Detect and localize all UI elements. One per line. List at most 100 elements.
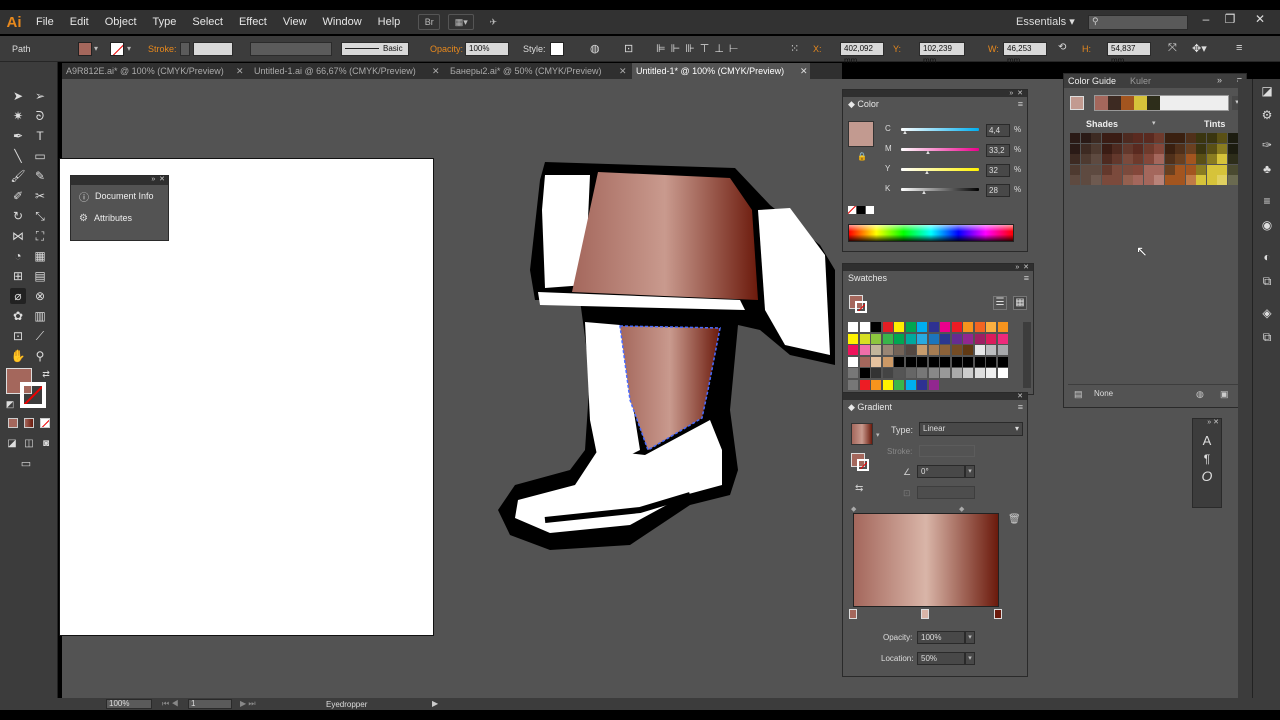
artboards-panel-icon[interactable]: ⧉: [1259, 273, 1275, 289]
swatch-cell[interactable]: [928, 322, 939, 332]
swatch-cell[interactable]: [905, 368, 916, 378]
swatch-cell[interactable]: [928, 345, 939, 355]
swatch-stroke-preview[interactable]: [855, 301, 867, 313]
tab-document-1[interactable]: A9R812E.ai* @ 100% (CMYK/Preview): [62, 63, 242, 79]
channel-value-field[interactable]: 32: [986, 164, 1010, 177]
menu-window[interactable]: Window: [315, 10, 370, 34]
color-guide-cell[interactable]: [1154, 133, 1164, 143]
color-guide-cell[interactable]: [1133, 164, 1143, 175]
color-guide-cell[interactable]: [1217, 175, 1227, 185]
document-info-item[interactable]: ⓘ Document Info: [71, 185, 168, 207]
panel-collapse-bar[interactable]: » ✕: [71, 176, 168, 185]
swatch-cell[interactable]: [986, 322, 996, 332]
y-field[interactable]: 102,239 mm: [919, 42, 965, 65]
swatch-cell[interactable]: [974, 345, 985, 355]
color-guide-cell[interactable]: [1070, 143, 1080, 154]
swatch-library-icon[interactable]: ▤: [1074, 389, 1083, 400]
swatch-cell[interactable]: [997, 333, 1008, 344]
color-guide-cell[interactable]: [1196, 143, 1206, 154]
color-guide-cell[interactable]: [1227, 154, 1238, 164]
midpoint-marker-icon[interactable]: ◆: [851, 505, 856, 513]
color-guide-cell[interactable]: [1217, 133, 1227, 143]
close-tab-icon[interactable]: ✕: [619, 63, 627, 79]
menu-view[interactable]: View: [275, 10, 315, 34]
swatch-cell[interactable]: [951, 368, 962, 378]
swatch-cell[interactable]: [905, 322, 916, 332]
color-guide-cell[interactable]: [1154, 164, 1164, 175]
swatch-cell[interactable]: [997, 368, 1008, 378]
gradient-location-field[interactable]: 50%: [917, 652, 965, 665]
stroke-swatch[interactable]: [110, 42, 124, 56]
help-search-input[interactable]: ⚲: [1088, 15, 1188, 30]
eyedropper-tool-icon[interactable]: ⌀: [10, 288, 26, 304]
swatch-cell[interactable]: [986, 368, 996, 378]
menu-type[interactable]: Type: [145, 10, 185, 34]
align-buttons[interactable]: ⊫⊩⊪⊤⊥⊢: [656, 42, 744, 55]
color-guide-cell[interactable]: [1185, 143, 1196, 154]
fill-color-preview[interactable]: [848, 121, 874, 147]
color-guide-cell[interactable]: [1122, 175, 1133, 185]
swatch-cell[interactable]: [928, 368, 939, 378]
channel-slider-track[interactable]: [901, 168, 979, 171]
swatch-cell[interactable]: [905, 356, 916, 367]
color-guide-grid[interactable]: [1070, 133, 1244, 193]
gradient-preview[interactable]: [851, 423, 873, 445]
swatch-cell[interactable]: [951, 322, 962, 332]
screen-mode-icon[interactable]: ▭: [18, 456, 34, 472]
swatch-cell[interactable]: [928, 356, 939, 367]
appearance-panel-icon[interactable]: ◉: [1259, 217, 1275, 233]
swatch-cell[interactable]: [928, 333, 939, 344]
swatch-cell[interactable]: [882, 333, 893, 344]
draw-behind-icon[interactable]: ◫: [21, 436, 37, 452]
swatch-cell[interactable]: [917, 368, 927, 378]
swatch-cell[interactable]: [940, 333, 950, 344]
swatch-cell[interactable]: [894, 333, 904, 344]
boot-artwork[interactable]: [490, 150, 840, 560]
zoom-tool-icon[interactable]: ⚲: [32, 348, 48, 364]
column-graph-tool-icon[interactable]: ▥: [32, 308, 48, 324]
color-guide-cell[interactable]: [1070, 154, 1080, 164]
color-guide-cell[interactable]: [1080, 143, 1091, 154]
color-guide-cell[interactable]: [1164, 164, 1175, 175]
panel-collapse-bar[interactable]: » ✕: [843, 90, 1027, 97]
color-guide-cell[interactable]: [1185, 154, 1196, 164]
swatch-cell[interactable]: [986, 333, 996, 344]
swatch-cell[interactable]: [894, 322, 904, 332]
swatch-cell[interactable]: [951, 333, 962, 344]
menu-select[interactable]: Select: [184, 10, 231, 34]
swatch-cell[interactable]: [940, 322, 950, 332]
line-tool-icon[interactable]: ╲: [10, 148, 26, 164]
width-tool-icon[interactable]: ⋈: [10, 228, 26, 244]
color-guide-cell[interactable]: [1175, 133, 1185, 143]
color-guide-cell[interactable]: [1101, 143, 1112, 154]
first-artboard-icon[interactable]: ⏮ ◀: [162, 699, 179, 709]
slice-tool-icon[interactable]: ⟋: [32, 328, 48, 344]
color-guide-cell[interactable]: [1122, 154, 1133, 164]
swatch-cell[interactable]: [905, 379, 916, 390]
swap-fill-stroke-icon[interactable]: ⇄: [38, 366, 54, 382]
channel-slider-thumb[interactable]: ▲: [902, 130, 908, 136]
swatch-cell[interactable]: [859, 322, 870, 332]
swatches-scrollbar[interactable]: [1023, 322, 1031, 388]
fill-swatch[interactable]: [78, 42, 92, 56]
list-view-icon[interactable]: ☰: [993, 296, 1007, 310]
save-group-icon[interactable]: ▣: [1220, 389, 1229, 400]
channel-slider-track[interactable]: [901, 148, 979, 151]
swatch-cell[interactable]: [859, 345, 870, 355]
color-guide-cell[interactable]: [1154, 154, 1164, 164]
chevron-down-icon[interactable]: ▾: [965, 465, 975, 478]
harmony-rule-swatches[interactable]: [1094, 95, 1229, 111]
swatch-cell[interactable]: [940, 345, 950, 355]
color-guide-cell[interactable]: [1217, 154, 1227, 164]
midpoint-marker-icon[interactable]: ◆: [959, 505, 964, 513]
color-guide-cell[interactable]: [1101, 133, 1112, 143]
color-panel-header[interactable]: ◆ Color ≡: [843, 97, 1027, 111]
color-guide-cell[interactable]: [1101, 164, 1112, 175]
type-tool-icon[interactable]: T: [32, 128, 48, 144]
stroke-weight-field[interactable]: [193, 42, 233, 56]
color-guide-cell[interactable]: [1185, 133, 1196, 143]
recolor-artwork-icon[interactable]: ◍: [590, 42, 600, 55]
symbol-sprayer-tool-icon[interactable]: ✿: [10, 308, 26, 324]
opentype-icon[interactable]: O: [1193, 468, 1221, 484]
color-guide-cell[interactable]: [1206, 133, 1217, 143]
